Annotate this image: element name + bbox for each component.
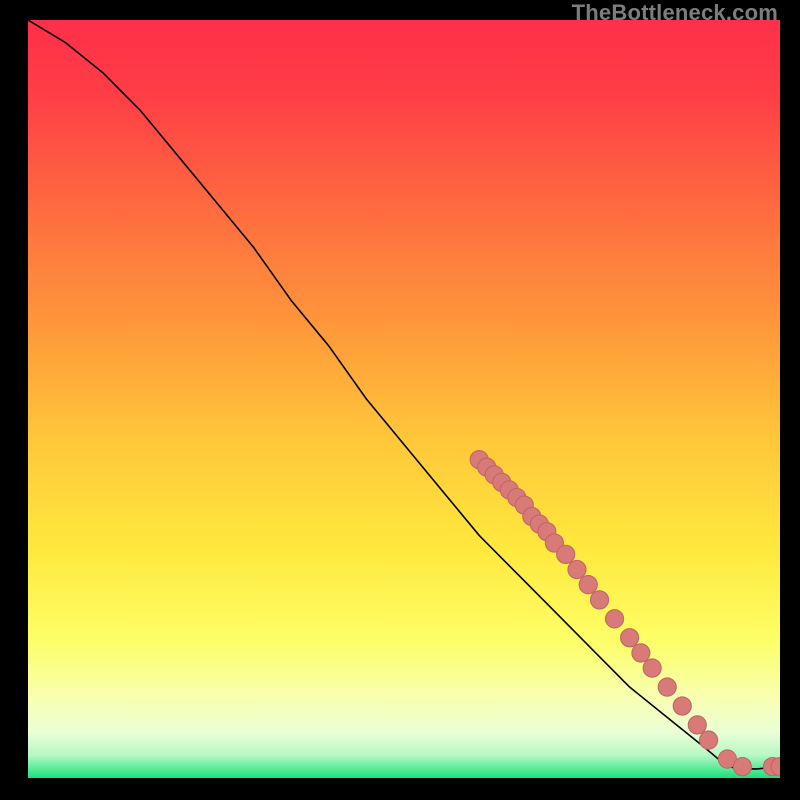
- plot-area: [28, 20, 780, 778]
- chart-stage: TheBottleneck.com: [0, 0, 800, 800]
- bg-gradient: [28, 20, 780, 778]
